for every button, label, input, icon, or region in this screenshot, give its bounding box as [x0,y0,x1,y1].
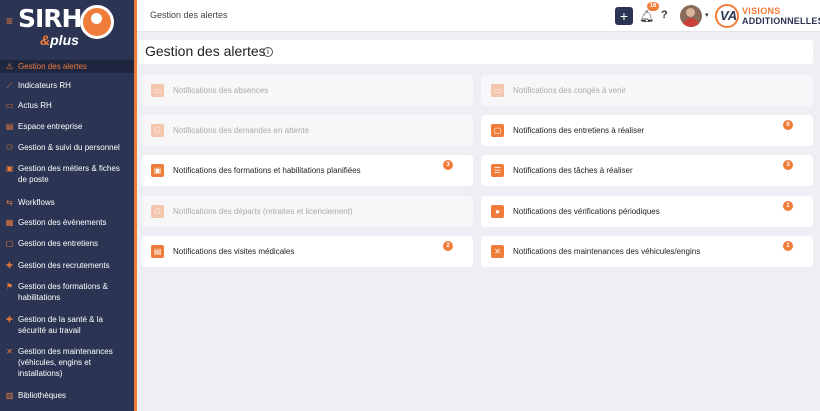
vacation-icon: ▭ [491,84,504,97]
info-icon[interactable]: i [263,47,273,57]
count-badge: 3 [783,160,793,170]
notification-card[interactable]: ▭ Notifications des congés à venir [481,75,813,106]
sidebar-item-label: Gestion des alertes [18,62,87,71]
tasks-icon: ☰ [491,164,504,177]
building-icon: ▤ [5,122,14,131]
breadcrumb: Gestion des alertes [150,10,228,20]
notification-card-label: Notifications des demandes en attente [173,126,310,135]
sidebar-item-label: Gestion des formations & habilitations [18,282,108,302]
sidebar-item-label: Gestion des évènements [18,218,107,227]
tools-icon: ✕ [6,347,13,356]
briefcase-icon: ▣ [5,164,14,173]
page-header: Gestion des alertes i [139,40,813,64]
users-icon: ⚇ [151,124,164,137]
bell-icon[interactable]: 🔔︎ [639,9,654,23]
sidebar-item-0[interactable]: ⚠ Gestion des alertes [0,60,134,73]
medical-icon: ▤ [151,245,164,258]
topbar: Gestion des alertes + 🔔︎ 16 ? ▾ VA VISIO… [137,0,820,32]
notification-card-label: Notifications des maintenances des véhic… [513,247,701,256]
count-badge: 2 [443,241,453,251]
help-icon[interactable]: ? [661,9,668,21]
notification-card[interactable]: ▭ Notifications des absences [141,75,473,106]
avatar[interactable] [680,5,702,27]
sidebar-item-4[interactable]: ⚇ Gestion & suivi du personnel [0,142,134,154]
notification-card-label: Notifications des vérifications périodiq… [513,207,660,216]
logo-plus: &plus [40,32,79,48]
sidebar-item-label: Indicateurs RH [18,81,71,90]
health-icon: ✚ [6,315,13,324]
logo[interactable]: ≡ SIRH &plus [0,0,134,56]
notification-card[interactable]: ● Notifications des vérifications périodi… [481,196,813,227]
notification-card[interactable]: ▣ Notifications des formations et habilit… [141,155,473,186]
sidebar-item-2[interactable]: ▭ Actus RH [0,100,134,112]
notification-card[interactable]: ⚇ Notifications des demandes en attente [141,115,473,146]
notification-card[interactable]: ⚇ Notifications des départs (retraites et… [141,196,473,227]
page-title: Gestion des alertes [145,43,266,59]
sidebar-item-label: Gestion de la santé & la sécurité au tra… [18,315,103,335]
count-badge: 1 [783,241,793,251]
add-button[interactable]: + [615,7,633,25]
sidebar-item-label: Gestion des recrutements [18,261,110,270]
calendar-icon: ▭ [151,84,164,97]
logo-text: SIRH [18,4,82,33]
bell-icon: ⚠ [5,62,14,71]
brand-logo: VA VISIONS ADDITIONNELLES [715,4,820,28]
sidebar-item-label: Gestion des entretiens [18,239,99,248]
brand-line2: ADDITIONNELLES [742,16,820,26]
check-icon: ● [491,205,504,218]
chevron-down-icon[interactable]: ▾ [705,11,709,19]
notification-card-label: Notifications des formations et habilita… [173,166,361,175]
sidebar-item-label: Espace entreprise [18,122,83,131]
brand-line1: VISIONS [742,6,781,16]
user-minus-icon: ⚇ [151,205,164,218]
notification-card-label: Notifications des congés à venir [513,86,626,95]
sidebar-item-6[interactable]: ⇆ Workflows [0,197,134,209]
sidebar-item-9[interactable]: ✚ Gestion des recrutements [0,260,134,272]
graduation-icon: ⚑ [5,282,14,291]
logo-person-icon [80,5,114,39]
users-icon: ⚇ [5,143,14,152]
brand-mark: VA [715,4,739,28]
count-badge: 6 [783,120,793,130]
user-plus-icon: ✚ [6,261,13,270]
sidebar-item-11[interactable]: ✚ Gestion de la santé & la sécurité au tr… [0,314,134,338]
sidebar-item-label: Bibliothèques [18,391,67,400]
notification-card-label: Notifications des tâches à réaliser [513,166,633,175]
sidebar-item-1[interactable]: ⟋ Indicateurs RH [0,80,134,92]
sidebar-item-5[interactable]: ▣ Gestion des métiers & fiches de poste [0,163,134,187]
notification-card-label: Notifications des entretiens à réaliser [513,126,645,135]
sidebar-item-12[interactable]: ✕ Gestion des maintenances (véhicules, en… [0,346,134,382]
notification-card-label: Notifications des absences [173,86,269,95]
tools-icon: ✕ [491,245,504,258]
sidebar-item-label: Workflows [18,198,55,207]
sidebar-item-7[interactable]: ▦ Gestion des évènements [0,217,134,229]
notification-card-label: Notifications des départs (retraites et … [173,207,353,216]
sidebar: ≡ SIRH &plus ⚠ Gestion des alertes ⟋ Indica… [0,0,137,411]
notification-card[interactable]: ▢ Notifications des entretiens à réaliser… [481,115,813,146]
notification-card-label: Notifications des visites médicales [173,247,295,256]
notification-card[interactable]: ▤ Notifications des visites médicales 2 [141,236,473,267]
notification-badge: 16 [647,2,659,11]
training-icon: ▣ [151,164,164,177]
library-icon: ▥ [5,391,14,400]
sidebar-item-10[interactable]: ⚑ Gestion des formations & habilitations [0,281,134,305]
workflow-icon: ⇆ [6,198,13,207]
interview-icon: ▢ [5,239,14,248]
book-icon: ▭ [5,101,14,110]
sidebar-item-3[interactable]: ▤ Espace entreprise [0,121,134,133]
notification-card[interactable]: ☰ Notifications des tâches à réaliser 3 [481,155,813,186]
sidebar-item-label: Gestion & suivi du personnel [18,143,120,152]
chart-icon: ⟋ [6,81,13,90]
notification-card[interactable]: ✕ Notifications des maintenances des véhi… [481,236,813,267]
sidebar-item-label: Gestion des métiers & fiches de poste [18,164,120,184]
sidebar-item-label: Gestion des maintenances (véhicules, eng… [18,347,113,378]
sidebar-item-8[interactable]: ▢ Gestion des entretiens [0,238,134,250]
sidebar-item-label: Actus RH [18,101,52,110]
count-badge: 1 [783,201,793,211]
count-badge: 3 [443,160,453,170]
calendar-icon: ▦ [5,218,14,227]
interview-icon: ▢ [491,124,504,137]
menu-icon[interactable]: ≡ [6,14,13,28]
sidebar-item-13[interactable]: ▥ Bibliothèques [0,390,134,402]
